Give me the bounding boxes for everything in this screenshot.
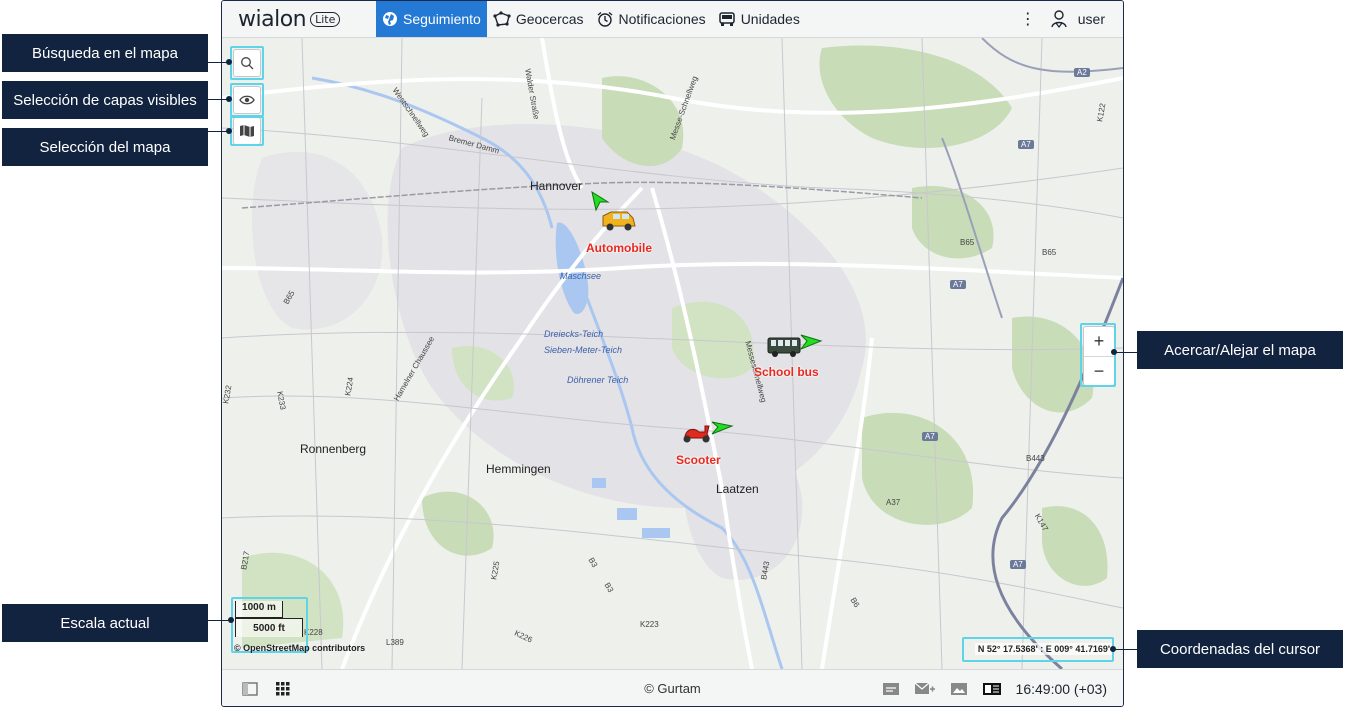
tab-geocercas[interactable]: Geocercas [487, 1, 590, 37]
logo-lite-badge: Lite [310, 11, 341, 27]
unit-label-school-bus[interactable]: School bus [754, 365, 819, 379]
road-shield: A7 [1018, 140, 1034, 149]
callout-leader [1113, 649, 1137, 650]
tab-seguimiento[interactable]: Seguimiento [376, 1, 487, 37]
water-label: Maschsee [560, 271, 602, 281]
road-label: B65 [1042, 248, 1057, 257]
road-label: A37 [886, 498, 901, 507]
map-attribution[interactable]: © OpenStreetMap contributors [234, 643, 365, 653]
highlight-coords [962, 637, 1114, 662]
globe-icon [383, 12, 397, 26]
direction-arrow-icon [799, 334, 823, 351]
callout-search: Búsqueda en el mapa [2, 34, 208, 72]
tab-notificaciones-label: Notificaciones [618, 11, 706, 27]
callout-dot [1110, 646, 1116, 652]
tab-geocercas-label: Geocercas [515, 11, 584, 27]
place-label: Laatzen [716, 482, 759, 496]
road-label: B65 [960, 238, 975, 247]
logo-wordmark: wialon [238, 6, 307, 32]
road-shield: A2 [1074, 68, 1090, 77]
road-shield: A7 [922, 432, 938, 441]
highlight-search [230, 46, 264, 80]
tab-unidades-label: Unidades [740, 11, 800, 27]
place-label: Ronnenberg [300, 442, 367, 456]
layout-icon[interactable] [982, 682, 1002, 696]
callout-map-selection: Selección del mapa [2, 128, 208, 166]
current-time: 16:49:00 (+03) [1015, 680, 1107, 697]
wialon-logo[interactable]: wialon Lite [222, 1, 376, 37]
scooter-icon[interactable] [679, 422, 713, 444]
messages-icon[interactable] [914, 682, 936, 696]
callout-dot [1111, 349, 1117, 355]
geofence-icon [493, 11, 511, 27]
alarm-clock-icon [597, 11, 612, 27]
top-navigation-bar: wialon Lite Seguimiento Geocercas Notifi… [222, 1, 1123, 38]
road-shield: A7 [1010, 560, 1026, 569]
tab-seguimiento-label: Seguimiento [403, 11, 481, 27]
car-icon[interactable] [599, 208, 637, 232]
tab-notificaciones[interactable]: Notificaciones [590, 1, 712, 37]
callout-dot [226, 96, 232, 102]
place-label: Hannover [530, 179, 583, 193]
user-icon[interactable] [1050, 9, 1068, 29]
highlight-map-selection [230, 116, 264, 146]
events-icon[interactable] [882, 682, 900, 696]
road-label: L389 [386, 638, 404, 647]
highlight-zoom [1080, 323, 1116, 387]
grid-apps-icon[interactable] [276, 681, 290, 696]
callout-zoom: Acercar/Alejar el mapa [1137, 331, 1343, 369]
tab-unidades[interactable]: Unidades [712, 1, 806, 37]
vehicle-icon [718, 12, 735, 26]
map-canvas[interactable]: Hannover Ronnenberg Hemmingen Laatzen Ma… [222, 38, 1123, 669]
wialon-app-window: wialon Lite Seguimiento Geocercas Notifi… [221, 0, 1124, 707]
callout-dot [228, 617, 234, 623]
place-label: Hemmingen [486, 462, 551, 476]
callout-dot [226, 59, 232, 65]
unit-label-automobile[interactable]: Automobile [586, 241, 652, 255]
callout-layers: Selección de capas visibles [2, 81, 208, 119]
road-shield: A7 [950, 280, 966, 289]
callout-dot [226, 128, 232, 134]
panel-toggle-icon[interactable] [242, 681, 258, 696]
water-label: Sieben-Meter-Teich [544, 345, 623, 355]
callout-coords: Coordenadas del cursor [1137, 630, 1343, 668]
user-name[interactable]: user [1078, 11, 1105, 27]
unit-label-scooter[interactable]: Scooter [676, 453, 721, 467]
callout-scale: Escala actual [2, 604, 208, 642]
callout-leader [1114, 352, 1137, 353]
road-label: B443 [1026, 454, 1045, 463]
highlight-layers [230, 83, 264, 117]
bus-icon[interactable] [766, 336, 802, 358]
water-label: Döhrener Teich [567, 375, 629, 385]
more-menu-icon[interactable]: ⋮ [1018, 9, 1038, 29]
direction-arrow-icon [711, 421, 734, 435]
image-icon[interactable] [950, 682, 968, 696]
road-label: K223 [640, 620, 659, 629]
bottom-status-bar: © Gurtam 16:49:00 (+03) [222, 669, 1123, 706]
water-label: Dreiecks-Teich [544, 329, 604, 339]
